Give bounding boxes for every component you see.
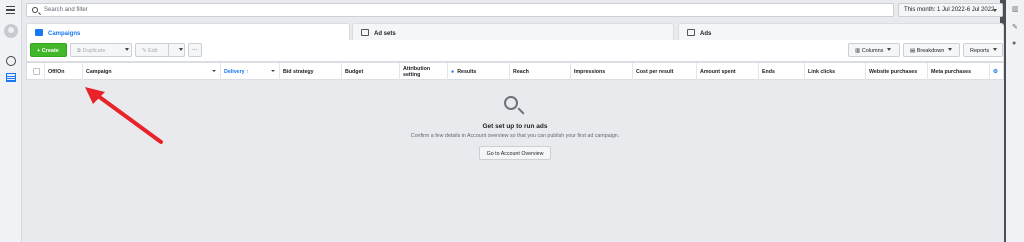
date-range-picker[interactable]: This month: 1 Jul 2022-6 Jul 2022 (898, 3, 1003, 17)
breakdown-button[interactable]: ▤ Breakdown (903, 43, 960, 57)
chevron-down-icon (993, 48, 998, 51)
column-label: Attribution setting (403, 65, 431, 78)
column-label: Meta purchases (931, 68, 972, 75)
column-header[interactable]: Off/On (45, 63, 83, 80)
search-icon (32, 7, 38, 13)
edit-button[interactable]: ✎ Edit (135, 43, 170, 57)
grid-icon (361, 29, 369, 36)
more-label: ··· (192, 47, 198, 53)
column-settings-icon[interactable]: ⚙ (990, 63, 1005, 80)
breakdown-label: Breakdown (916, 48, 945, 54)
chevron-down-icon (993, 9, 997, 12)
column-label: Cost per result (636, 68, 674, 75)
column-label: Results (457, 68, 477, 75)
column-label: Website purchases (869, 68, 918, 75)
column-header[interactable]: Meta purchases (928, 63, 990, 80)
tab-ads[interactable]: Ads (678, 23, 1004, 40)
column-header[interactable]: Bid strategy (280, 63, 342, 80)
select-all-cell (27, 63, 45, 80)
select-all-checkbox[interactable] (33, 68, 40, 75)
avatar-icon[interactable] (4, 24, 18, 38)
reports-button[interactable]: Reports (963, 43, 1003, 57)
topbar: Search and filter This month: 1 Jul 2022… (26, 3, 1004, 18)
column-label: Bid strategy (283, 68, 314, 75)
column-header[interactable]: Link clicks (805, 63, 866, 80)
column-label: Campaign (86, 68, 112, 75)
duplicate-label: Duplicate (82, 48, 106, 54)
column-label: Impressions (574, 68, 606, 75)
table-icon[interactable] (6, 73, 16, 82)
table-header: Off/On Campaign Delivery ↑ Bid strategy … (26, 62, 1004, 80)
search-input[interactable]: Search and filter (26, 3, 894, 17)
columns-label: Columns (861, 48, 884, 54)
column-header[interactable]: Cost per result (633, 63, 697, 80)
create-label: Create (41, 48, 59, 54)
columns-button[interactable]: ▥ Columns (848, 43, 900, 57)
chevron-down-icon (887, 48, 892, 51)
column-label: Link clicks (808, 68, 836, 75)
annotation-arrow (85, 87, 163, 144)
column-label: Budget (345, 68, 364, 75)
smiley-icon[interactable] (6, 56, 16, 66)
account-overview-button[interactable]: Go to Account Overview (479, 146, 551, 160)
ad-icon (687, 29, 695, 36)
column-header[interactable]: Reach (510, 63, 571, 80)
chevron-down-icon (948, 48, 953, 51)
column-header[interactable]: Ends (759, 63, 805, 80)
info-icon: ● (451, 68, 455, 75)
left-navigation (0, 0, 22, 242)
column-header[interactable]: Delivery ↑ (221, 63, 280, 80)
reports-label: Reports (970, 48, 990, 54)
tab-label: Campaigns (48, 31, 81, 37)
column-label: Reach (513, 68, 529, 75)
column-header[interactable]: ● Results (448, 63, 510, 80)
column-header[interactable]: Attribution setting (400, 63, 448, 80)
search-placeholder: Search and filter (44, 7, 88, 13)
chevron-down-icon (212, 70, 216, 72)
column-label: Ends (762, 68, 775, 75)
column-label: Amount spent (700, 68, 736, 75)
tab-ad-sets[interactable]: Ad sets (352, 23, 674, 40)
date-range-label: This month: 1 Jul 2022-6 Jul 2022 (904, 7, 995, 13)
toolbar: + Create ⧉ Duplicate ✎ Edit ··· ▥ Column… (26, 40, 1004, 62)
chevron-down-icon (179, 48, 183, 51)
campaigns-panel: + Create ⧉ Duplicate ✎ Edit ··· ▥ Column… (26, 40, 1004, 242)
tab-label: Ads (700, 31, 712, 37)
chevron-down-icon (125, 48, 129, 51)
tab-campaigns[interactable]: Campaigns (26, 23, 350, 40)
folder-icon (35, 29, 43, 36)
column-header[interactable]: Impressions (571, 63, 633, 80)
pencil-icon[interactable]: ✎ (1012, 23, 1018, 31)
chevron-down-icon (271, 70, 275, 72)
column-header[interactable]: Budget (342, 63, 400, 80)
right-rail: ▥ ✎ ● (1006, 0, 1024, 242)
search-icon (504, 96, 518, 110)
column-header[interactable]: Amount spent (697, 63, 759, 80)
column-header[interactable]: Campaign (83, 63, 221, 80)
more-button[interactable]: ··· (188, 43, 202, 57)
column-label: Delivery ↑ (224, 68, 249, 75)
edit-label: Edit (148, 48, 158, 54)
edit-dropdown[interactable] (168, 43, 185, 57)
menu-icon[interactable] (6, 6, 15, 15)
chart-icon[interactable]: ▥ (1012, 5, 1019, 13)
duplicate-dropdown[interactable] (115, 43, 132, 57)
tab-label: Ad sets (374, 31, 396, 37)
info-icon[interactable]: ● (1012, 40, 1016, 47)
level-tabs: Campaigns Ad sets Ads (26, 23, 1004, 40)
column-label: Off/On (48, 68, 65, 75)
column-header[interactable]: Website purchases (866, 63, 928, 80)
create-button[interactable]: + Create (30, 43, 67, 57)
